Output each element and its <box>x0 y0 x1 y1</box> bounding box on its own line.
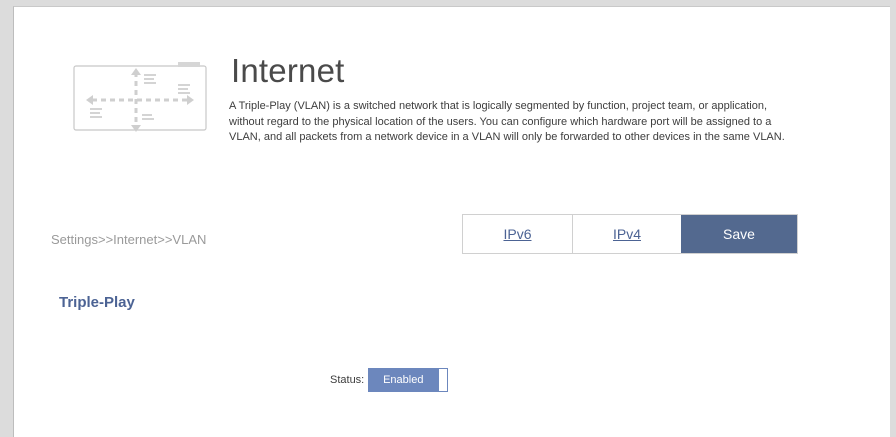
network-map-icon <box>73 62 207 132</box>
action-button-group: IPv6 IPv4 Save <box>462 214 798 254</box>
ipv4-link-button[interactable]: IPv4 <box>572 215 681 253</box>
save-button[interactable]: Save <box>681 215 797 253</box>
toggle-knob[interactable] <box>438 368 449 392</box>
status-toggle[interactable]: Enabled <box>368 368 449 392</box>
status-label: Status: <box>330 374 365 386</box>
breadcrumb: Settings>>Internet>>VLAN <box>51 232 207 247</box>
page-title: Internet <box>231 52 345 89</box>
section-title: Triple-Play <box>59 294 135 311</box>
page-frame: Internet A Triple-Play (VLAN) is a switc… <box>13 6 890 437</box>
toggle-state-label: Enabled <box>368 368 439 392</box>
ipv6-link-button[interactable]: IPv6 <box>463 215 572 253</box>
page-description: A Triple-Play (VLAN) is a switched netwo… <box>229 100 785 143</box>
status-row: Status: Enabled <box>330 368 449 392</box>
